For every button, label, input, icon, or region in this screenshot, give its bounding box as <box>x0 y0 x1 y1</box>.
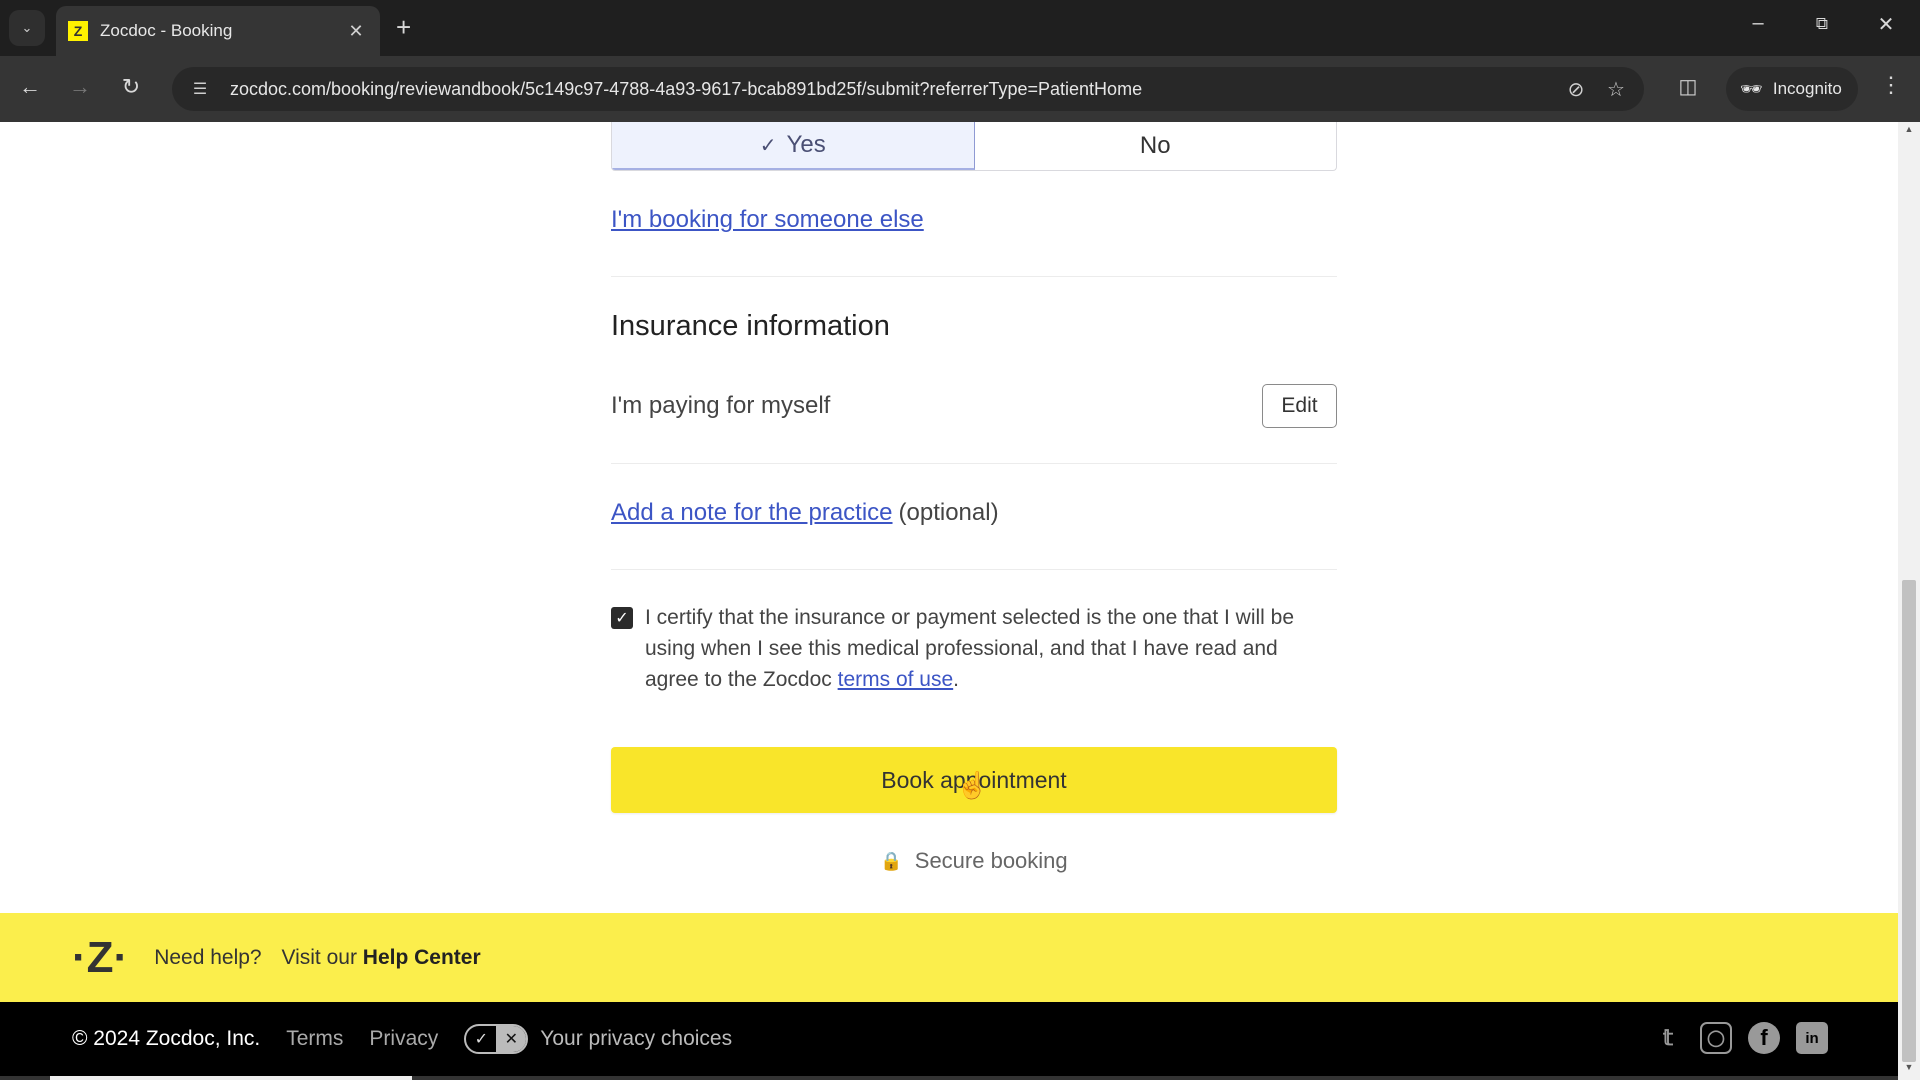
secure-booking-note: 🔒 Secure booking <box>611 848 1337 874</box>
yes-label: Yes <box>786 131 826 158</box>
scroll-down-arrow-icon[interactable]: ▼ <box>1898 1062 1920 1078</box>
tab-title: Zocdoc - Booking <box>100 21 233 40</box>
insurance-row: I'm paying for myself Edit <box>611 384 1337 428</box>
secure-booking-label: Secure booking <box>914 848 1068 873</box>
scroll-up-arrow-icon[interactable]: ▲ <box>1898 124 1920 140</box>
address-bar[interactable]: ☰ zocdoc.com/booking/reviewandbook/5c149… <box>172 67 1644 111</box>
add-note-link[interactable]: Add a note for the practice <box>611 499 893 526</box>
certify-row: ✓ I certify that the insurance or paymen… <box>611 602 1337 695</box>
someone-else-container: I'm booking for someone else <box>611 206 1337 234</box>
certify-period: . <box>953 668 960 691</box>
back-arrow-icon[interactable]: ← <box>14 74 46 100</box>
minimize-icon[interactable]: – <box>1738 12 1778 35</box>
incognito-label: Incognito <box>1772 79 1842 98</box>
certify-statement: I certify that the insurance or payment … <box>645 606 1295 691</box>
linkedin-icon[interactable]: in <box>1796 1022 1828 1054</box>
insurance-section-title: Insurance information <box>611 310 890 342</box>
x-icon: ✕ <box>496 1026 527 1052</box>
edit-insurance-button[interactable]: Edit <box>1262 384 1337 428</box>
divider <box>611 569 1337 570</box>
booking-for-self-toggle: ✓ Yes No <box>611 122 1337 171</box>
privacy-choices-icon[interactable]: ✓ ✕ <box>464 1024 529 1054</box>
kebab-menu-icon[interactable]: ⋮ <box>1876 72 1906 98</box>
help-center-link[interactable]: Help Center <box>363 946 481 969</box>
terms-link[interactable]: Terms <box>286 1027 343 1051</box>
browser-tab[interactable]: Z Zocdoc - Booking ✕ <box>56 6 380 56</box>
url-text[interactable]: zocdoc.com/booking/reviewandbook/5c149c9… <box>230 79 1556 100</box>
copyright: © 2024 Zocdoc, Inc. <box>72 1027 261 1050</box>
reload-icon[interactable]: ↻ <box>115 74 147 100</box>
zocdoc-logo-icon: ·Z· <box>72 932 129 982</box>
twitter-icon[interactable]: 𝕥 <box>1652 1022 1684 1054</box>
tab-close-icon[interactable]: ✕ <box>344 21 368 42</box>
certify-checkbox[interactable]: ✓ <box>611 607 633 629</box>
scroll-thumb[interactable] <box>1902 580 1916 1062</box>
help-bar: ·Z· Need help? Visit our Help Center <box>0 913 1898 1002</box>
divider <box>611 463 1337 464</box>
checkmark-icon: ✓ <box>615 610 629 627</box>
browser-toolbar: ← → ↻ ☰ zocdoc.com/booking/reviewandbook… <box>0 56 1920 122</box>
vertical-scrollbar[interactable]: ▲ ▼ <box>1898 122 1920 1080</box>
bottom-strip <box>0 1076 1898 1080</box>
privacy-link[interactable]: Privacy <box>369 1027 438 1051</box>
window-close-icon[interactable]: ✕ <box>1866 12 1906 37</box>
booking-for-someone-else-link[interactable]: I'm booking for someone else <box>611 206 924 233</box>
checkmark-icon: ✓ <box>759 134 777 157</box>
forward-arrow-icon[interactable]: → <box>64 74 96 100</box>
new-tab-plus-icon[interactable]: + <box>396 12 411 42</box>
note-row: Add a note for the practice (optional) <box>611 499 1337 527</box>
no-label: No <box>1139 132 1171 159</box>
privacy-choices-link[interactable]: Your privacy choices <box>540 1027 732 1051</box>
incognito-icon: 🕶 <box>1740 78 1763 99</box>
check-icon: ✓ <box>474 1031 488 1048</box>
instagram-icon[interactable]: ◯ <box>1700 1022 1732 1054</box>
visit-label: Visit our <box>281 945 357 969</box>
booking-page: ✓ Yes No I'm booking for someone else In… <box>0 122 1898 1080</box>
side-panel-icon[interactable]: ◫ <box>1672 74 1704 99</box>
star-bookmark-icon[interactable]: ☆ <box>1596 77 1636 102</box>
divider <box>611 276 1337 277</box>
insurance-value: I'm paying for myself <box>611 392 831 419</box>
site-settings-icon[interactable]: ☰ <box>180 79 220 99</box>
eye-slash-icon[interactable]: ⊘ <box>1556 77 1596 102</box>
browser-tab-strip: ⌄ Z Zocdoc - Booking ✕ + – ⧉ ✕ <box>0 0 1920 56</box>
social-links: 𝕥 ◯ f in <box>1652 1022 1828 1054</box>
hand-cursor-icon: ☝ <box>956 770 989 800</box>
legal-footer: © 2024 Zocdoc, Inc. Terms Privacy ✓ ✕ Yo… <box>0 1002 1898 1076</box>
restore-icon[interactable]: ⧉ <box>1802 14 1842 34</box>
chevron-down-icon: ⌄ <box>21 20 33 35</box>
yes-option[interactable]: ✓ Yes <box>612 122 975 170</box>
strip-segment <box>50 1076 412 1080</box>
no-option[interactable]: No <box>975 122 1337 170</box>
tab-search-button[interactable]: ⌄ <box>9 10 45 46</box>
help-text: Need help? Visit our Help Center <box>154 946 480 970</box>
terms-of-use-link[interactable]: terms of use <box>838 668 954 691</box>
optional-label: (optional) <box>898 499 999 526</box>
need-help-label: Need help? <box>154 945 262 969</box>
zocdoc-favicon-icon: Z <box>68 21 88 41</box>
facebook-icon[interactable]: f <box>1748 1022 1780 1054</box>
certify-text: I certify that the insurance or payment … <box>645 602 1325 695</box>
incognito-indicator[interactable]: 🕶 Incognito <box>1726 67 1858 111</box>
lock-icon: 🔒 <box>880 850 903 871</box>
